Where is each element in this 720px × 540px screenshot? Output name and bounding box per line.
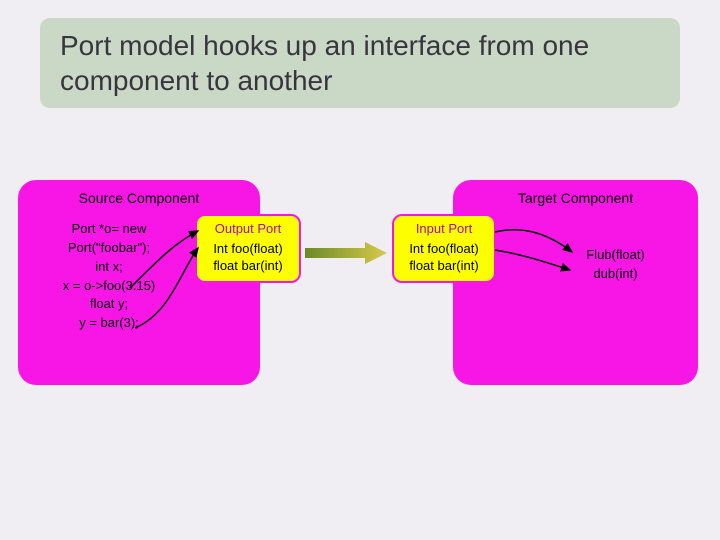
target-component: Target Component Flub(float) dub(int) (453, 180, 698, 385)
input-port-label: Input Port (400, 220, 488, 238)
target-title: Target Component (465, 190, 686, 206)
input-port-sig2: float bar(int) (400, 257, 488, 275)
target-code: Flub(float) dub(int) (545, 246, 686, 284)
source-title: Source Component (30, 190, 248, 206)
input-port-sig1: Int foo(float) (400, 240, 488, 258)
page-title: Port model hooks up an interface from on… (60, 28, 660, 98)
output-port-sig1: Int foo(float) (203, 240, 293, 258)
output-port-sig2: float bar(int) (203, 257, 293, 275)
input-port-box: Input Port Int foo(float) float bar(int) (392, 214, 496, 283)
output-port-box: Output Port Int foo(float) float bar(int… (195, 214, 301, 283)
title-banner: Port model hooks up an interface from on… (40, 18, 680, 108)
output-port-label: Output Port (203, 220, 293, 238)
diagram-area: Source Component Port *o= new Port("foob… (0, 180, 720, 420)
connector-arrow-icon (305, 242, 387, 264)
